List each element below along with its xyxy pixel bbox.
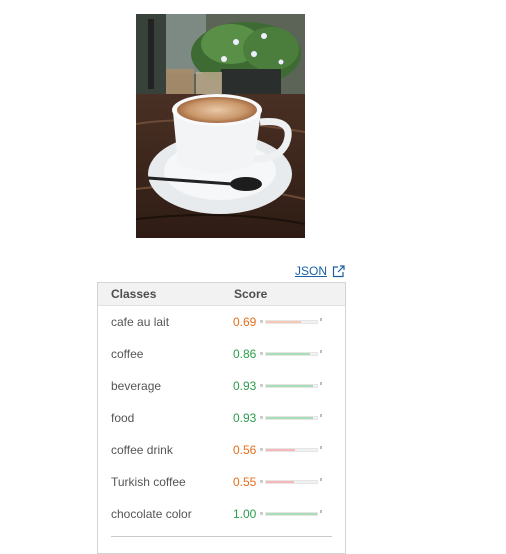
json-link[interactable]: JSON xyxy=(295,263,345,279)
table-row: coffee 0.86 xyxy=(98,346,345,378)
score-bar-start xyxy=(260,448,263,451)
table-row: beverage 0.93 xyxy=(98,378,345,410)
score-bar xyxy=(260,382,322,390)
score-bar-start xyxy=(260,384,263,387)
score-bar-end xyxy=(320,478,322,481)
score-bar-end xyxy=(320,318,322,321)
score-bar-fill xyxy=(266,385,314,387)
score-value: 0.93 xyxy=(233,411,257,425)
table-row: Turkish coffee 0.55 xyxy=(98,474,345,506)
score-value: 0.86 xyxy=(233,347,257,361)
external-link-icon xyxy=(332,264,345,278)
score-bar-start xyxy=(260,352,263,355)
score-bar-end xyxy=(320,414,322,417)
score-value: 0.69 xyxy=(233,315,257,329)
score-value: 0.56 xyxy=(233,443,257,457)
score-bar-track xyxy=(265,352,318,356)
class-label: Turkish coffee xyxy=(111,475,186,489)
class-label: coffee xyxy=(111,347,144,361)
class-label: coffee drink xyxy=(111,443,173,457)
analyzed-photo xyxy=(136,14,305,238)
class-label: food xyxy=(111,411,135,425)
class-label: chocolate color xyxy=(111,507,192,521)
class-label: cafe au lait xyxy=(111,315,170,329)
table-row: cafe au lait 0.69 xyxy=(98,314,345,346)
score-bar-start xyxy=(260,416,263,419)
score-bar xyxy=(260,318,322,326)
table-row: food 0.93 xyxy=(98,410,345,442)
score-bar xyxy=(260,510,322,518)
score-bar xyxy=(260,350,322,358)
score-bar-end xyxy=(320,350,322,353)
classes-column-header: Classes xyxy=(111,287,157,301)
classification-panel: Classes Score cafe au lait 0.69 coffee 0.86… xyxy=(97,282,346,554)
score-bar-start xyxy=(260,512,263,515)
score-bar-end xyxy=(320,510,322,513)
score-bar-track xyxy=(265,416,318,420)
score-bar-fill xyxy=(266,513,317,515)
score-bar-fill xyxy=(266,481,295,483)
score-bar-track xyxy=(265,384,318,388)
table-header: Classes Score xyxy=(98,283,345,306)
score-bar-track xyxy=(265,448,318,452)
score-bar-fill xyxy=(266,449,295,451)
score-value: 1.00 xyxy=(233,507,257,521)
score-bar-track xyxy=(265,480,318,484)
score-value: 0.93 xyxy=(233,379,257,393)
table-row: coffee drink 0.56 xyxy=(98,442,345,474)
score-bar-end xyxy=(320,446,322,449)
score-value: 0.55 xyxy=(233,475,257,489)
score-bar-fill xyxy=(266,321,302,323)
score-bar-fill xyxy=(266,353,310,355)
score-bar xyxy=(260,414,322,422)
score-bar-end xyxy=(320,382,322,385)
score-bar-track xyxy=(265,320,318,324)
score-bar-start xyxy=(260,480,263,483)
divider xyxy=(111,536,332,537)
score-column-header: Score xyxy=(234,287,268,301)
table-row: chocolate color 1.00 xyxy=(98,506,345,538)
score-bar-start xyxy=(260,320,263,323)
class-label: beverage xyxy=(111,379,162,393)
score-bar xyxy=(260,478,322,486)
score-bar xyxy=(260,446,322,454)
score-bar-fill xyxy=(266,417,314,419)
score-bar-track xyxy=(265,512,318,516)
json-link-label: JSON xyxy=(295,264,328,278)
